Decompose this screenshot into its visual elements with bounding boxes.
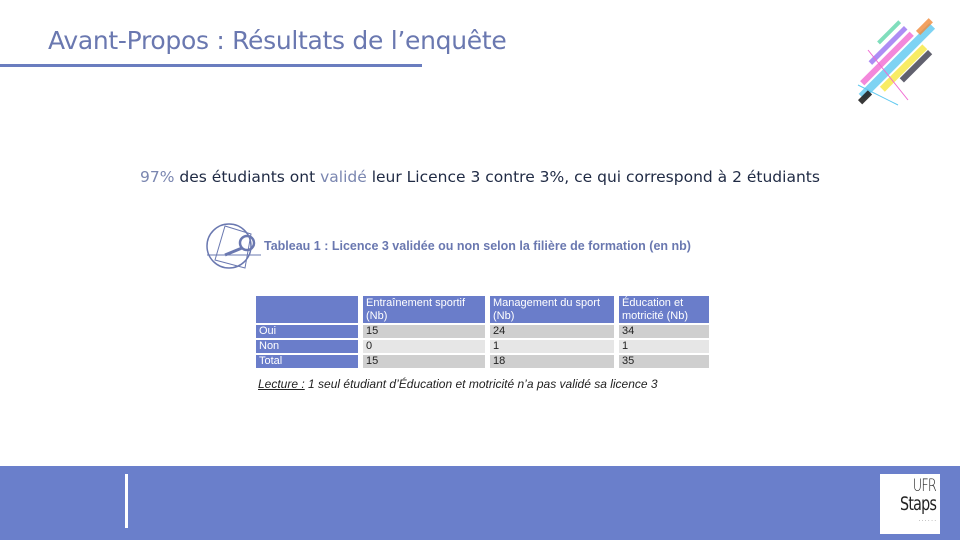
table-cell: 0 <box>358 340 485 353</box>
summary-percent: 97% <box>140 168 175 186</box>
column-header-education: Éducation et motricité (Nb) <box>614 296 709 323</box>
table-row: Oui 15 24 34 <box>256 325 709 338</box>
row-label: Total <box>256 355 358 368</box>
table-caption-block: Tableau 1 : Licence 3 validée ou non sel… <box>201 222 761 270</box>
table-caption: Tableau 1 : Licence 3 validée ou non sel… <box>264 239 691 253</box>
reading-note: Lecture : 1 seul étudiant d’Éducation et… <box>258 377 658 391</box>
table-header-row: Entraînement sportif (Nb) Management du … <box>256 296 709 323</box>
table-cell: 35 <box>614 355 709 368</box>
summary-part1: des étudiants ont <box>174 168 321 186</box>
abstract-geometric-decoration-icon <box>857 18 936 106</box>
logo-line-3: · · · · · · <box>918 518 936 524</box>
row-label: Non <box>256 340 358 353</box>
title-underline <box>0 64 422 67</box>
table-cell: 15 <box>358 325 485 338</box>
table-row: Total 15 18 35 <box>256 355 709 368</box>
logo-line-2: Staps <box>899 493 937 515</box>
table-cell: 1 <box>485 340 614 353</box>
table-cell: 18 <box>485 355 614 368</box>
footer-band: UFR Staps · · · · · · <box>0 466 960 540</box>
table-cell: 34 <box>614 325 709 338</box>
table-row: Non 0 1 1 <box>256 340 709 353</box>
ufr-staps-logo: UFR Staps · · · · · · <box>880 474 940 534</box>
summary-text: 97% des étudiants ont validé leur Licenc… <box>0 168 960 186</box>
page-title: Avant-Propos : Résultats de l’enquête <box>48 26 507 55</box>
row-label: Oui <box>256 325 358 338</box>
summary-part2: leur Licence 3 contre 3%, ce qui corresp… <box>366 168 820 186</box>
column-header-entrainement: Entraînement sportif (Nb) <box>358 296 485 323</box>
table-cell: 15 <box>358 355 485 368</box>
reading-note-label: Lecture : <box>258 377 305 391</box>
magnifier-icon <box>206 223 261 269</box>
column-header-management: Management du sport (Nb) <box>485 296 614 323</box>
results-table: Entraînement sportif (Nb) Management du … <box>256 294 709 370</box>
table-cell: 24 <box>485 325 614 338</box>
column-header-empty <box>256 296 358 323</box>
summary-highlight-word: validé <box>320 168 367 186</box>
table-cell: 1 <box>614 340 709 353</box>
footer-divider <box>125 474 128 528</box>
reading-note-text: 1 seul étudiant d’Éducation et motricité… <box>304 377 658 391</box>
